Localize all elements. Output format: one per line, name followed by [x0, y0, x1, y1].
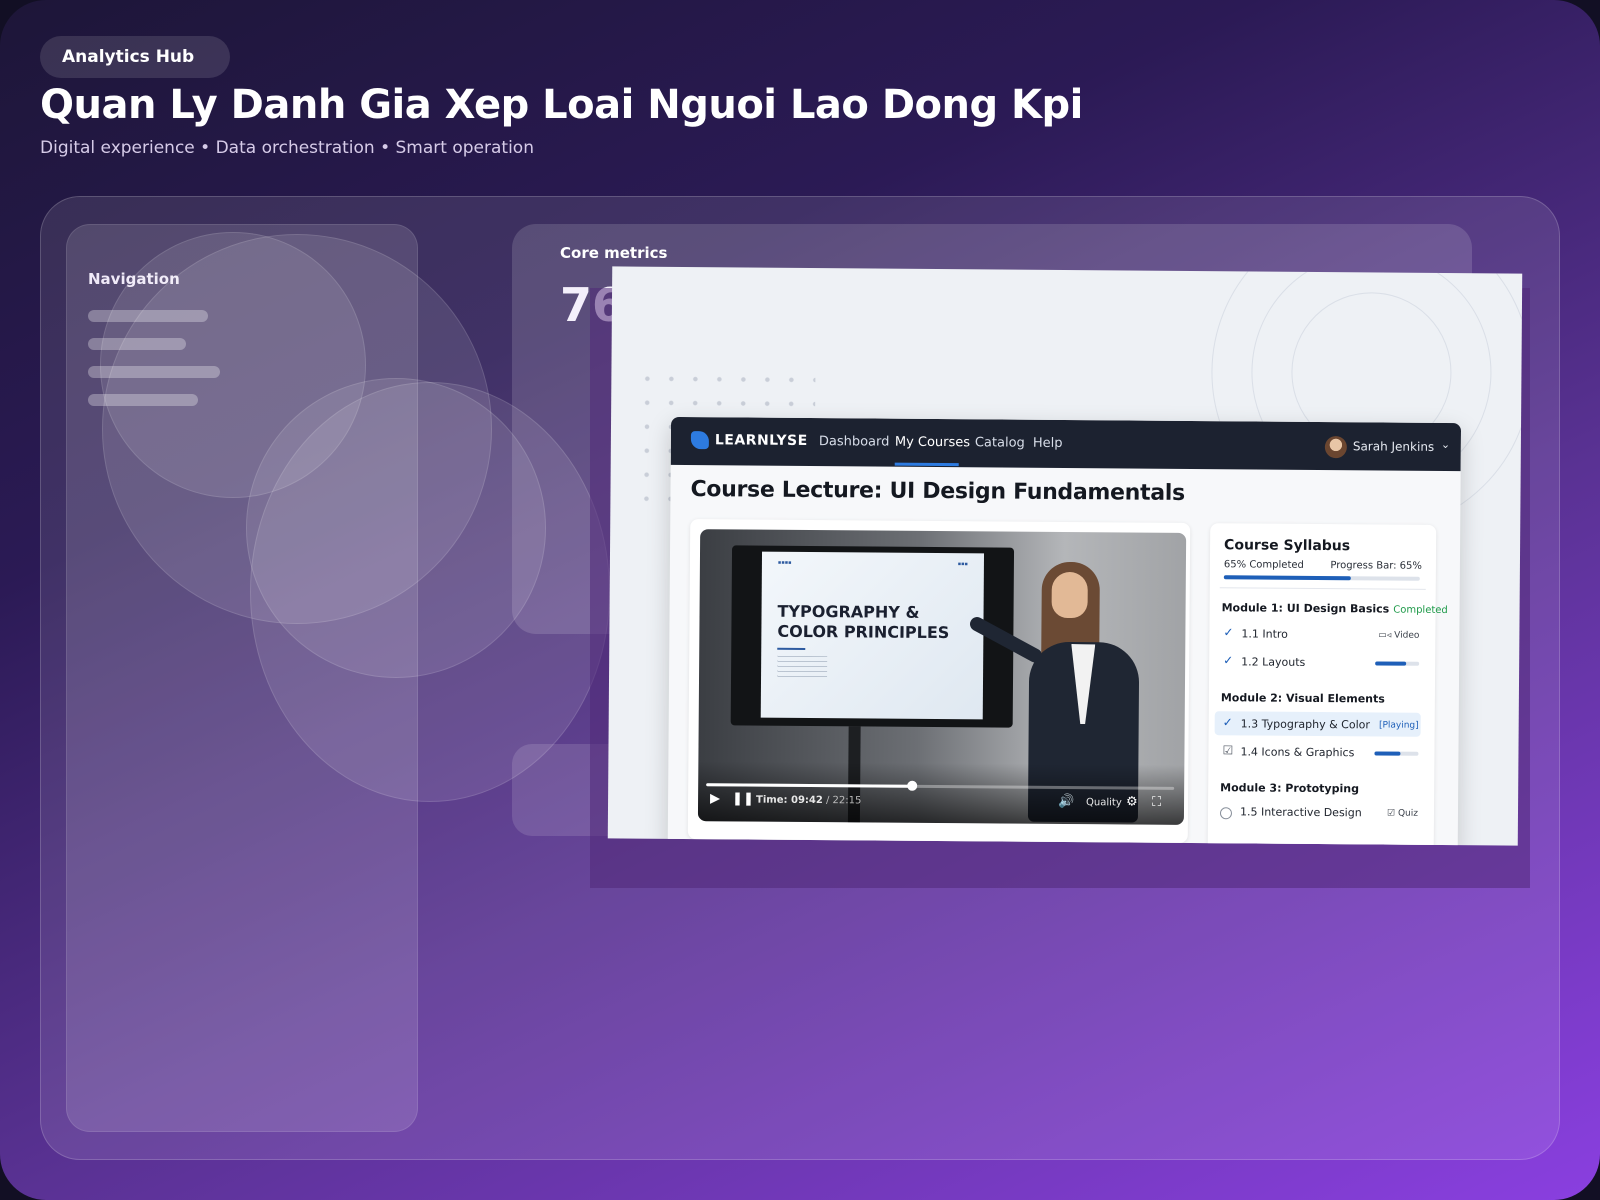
app-frame: Analytics Hub Quan Ly Danh Gia Xep Loai … — [0, 0, 1600, 1200]
monitor-image: ▪▪▪▪ ▪▪▪ TYPOGRAPHY & COLOR PRINCIPLES — [730, 545, 1015, 728]
syllabus-progress-text: Progress Bar: 65% — [1330, 560, 1422, 572]
course-syllabus-panel: Course Syllabus 65% Completed Progress B… — [1207, 523, 1448, 846]
lesson-type-label: Video — [1394, 630, 1420, 641]
syllabus-completed: 65% Completed — [1223, 559, 1304, 571]
module-1-status: Completed — [1393, 604, 1448, 617]
quality-button[interactable]: Quality — [1086, 797, 1122, 808]
page-title: Quan Ly Danh Gia Xep Loai Nguoi Lao Dong… — [40, 82, 1083, 128]
decorative-bubble — [250, 382, 610, 802]
checkbox-icon: ☑ — [1386, 808, 1396, 819]
slide-body-lines — [777, 655, 828, 679]
lesson-progress-bar — [1374, 751, 1419, 756]
user-menu-name[interactable]: Sarah Jenkins — [1353, 439, 1434, 454]
time-current-text: Time: 09:42 — [756, 794, 823, 807]
module-3-title: Module 3: Prototyping — [1220, 781, 1360, 796]
lesson-type-label: Quiz — [1397, 808, 1419, 819]
playing-badge: [Playing] — [1378, 720, 1419, 731]
fullscreen-icon[interactable]: ⛶ — [1152, 795, 1161, 810]
video-player[interactable]: ▪▪▪▪ ▪▪▪ TYPOGRAPHY & COLOR PRINCIPLES ▶… — [697, 529, 1187, 825]
module-1-title: Module 1: UI Design Basics — [1221, 601, 1390, 616]
module-2-title: Module 2: Visual Elements — [1220, 691, 1385, 706]
slide-screen: ▪▪▪▪ ▪▪▪ TYPOGRAPHY & COLOR PRINCIPLES — [760, 551, 985, 720]
presenter-face — [1051, 571, 1088, 619]
syllabus-progress-fill — [1223, 575, 1352, 581]
checkbox-icon: ☑ — [1222, 743, 1234, 758]
app-badge: Analytics Hub — [40, 36, 230, 78]
lesson-1-1[interactable]: 1.1 Intro — [1241, 627, 1288, 640]
nav-help[interactable]: Help — [1033, 436, 1063, 451]
lecture-title: Course Lecture: UI Design Fundamentals — [690, 477, 1185, 506]
check-icon: ✓ — [1223, 653, 1234, 668]
slide-rule — [777, 647, 806, 650]
brand-name[interactable]: LEARNLYSE — [715, 432, 808, 449]
syllabus-title: Course Syllabus — [1224, 537, 1351, 555]
settings-gear-icon[interactable]: ⚙ — [1126, 794, 1138, 809]
learnlyse-logo-icon[interactable] — [690, 431, 709, 450]
video-camera-icon: ▭◃ — [1378, 630, 1392, 641]
lesson-progress-bar — [1375, 661, 1420, 666]
controls-gradient — [697, 761, 1185, 825]
divider — [1219, 587, 1426, 590]
pause-icon[interactable]: ❚❚ — [732, 791, 754, 806]
check-icon: ✓ — [1222, 715, 1233, 730]
lesson-progress-fill — [1375, 661, 1406, 666]
time-total-text: / 22:15 — [822, 795, 862, 807]
lesson-1-5-type: ☑ Quiz — [1387, 809, 1418, 819]
active-nav-indicator — [894, 462, 959, 467]
learning-app-window: LEARNLYSE Dashboard My Courses Catalog H… — [667, 416, 1462, 846]
scrubber-handle[interactable] — [907, 780, 918, 791]
nav-catalog[interactable]: Catalog — [975, 435, 1025, 450]
embedded-screenshot: LEARNLYSE Dashboard My Courses Catalog H… — [607, 266, 1523, 846]
app-topbar: LEARNLYSE Dashboard My Courses Catalog H… — [670, 416, 1462, 472]
radio-empty-icon[interactable] — [1219, 807, 1233, 820]
volume-icon[interactable]: 🔊 — [1058, 794, 1074, 809]
slide-header-mark: ▪▪▪ — [957, 561, 968, 568]
lesson-1-3[interactable]: 1.3 Typography & Color — [1241, 717, 1370, 731]
lesson-1-2[interactable]: 1.2 Layouts — [1241, 655, 1305, 669]
slide-title: TYPOGRAPHY & COLOR PRINCIPLES — [777, 601, 950, 643]
lesson-1-1-type: ▭◃ Video — [1378, 630, 1419, 640]
lesson-1-5[interactable]: 1.5 Interactive Design — [1240, 805, 1362, 819]
lesson-1-4[interactable]: 1.4 Icons & Graphics — [1240, 745, 1354, 759]
lesson-progress-fill — [1374, 751, 1401, 756]
time-current: Time: 09:42 / 22:15 — [756, 795, 861, 807]
core-metrics-label: Core metrics — [560, 244, 668, 262]
nav-dashboard[interactable]: Dashboard — [819, 434, 890, 450]
slide-header-mark: ▪▪▪▪ — [777, 559, 792, 566]
play-icon[interactable]: ▶ — [710, 791, 720, 806]
chevron-down-icon[interactable]: ⌄ — [1441, 438, 1450, 451]
avatar[interactable] — [1324, 436, 1347, 459]
module-1-heading: Module 1: UI Design Basics Completed — [1222, 601, 1448, 616]
check-icon: ✓ — [1223, 625, 1234, 640]
syllabus-progress-bar — [1223, 575, 1420, 581]
nav-my-courses[interactable]: My Courses — [895, 435, 970, 451]
page-subtitle: Digital experience • Data orchestration … — [40, 138, 534, 158]
